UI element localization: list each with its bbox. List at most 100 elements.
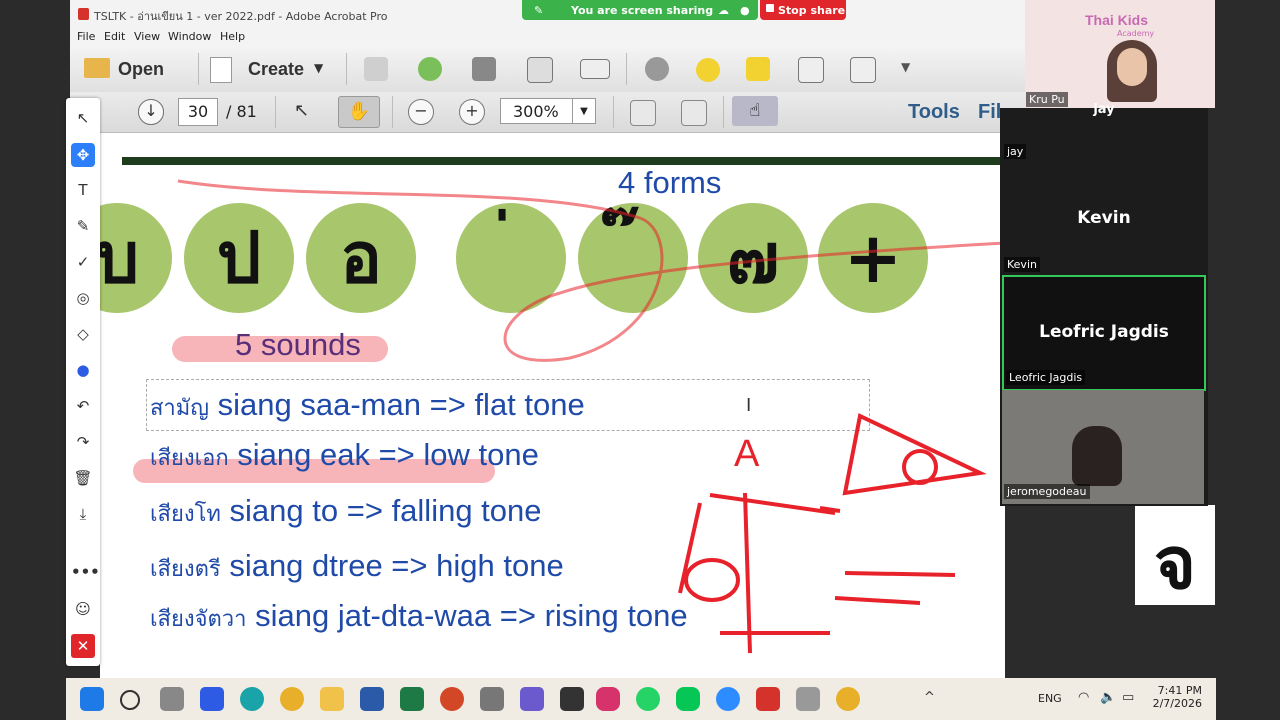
color-picker-icon[interactable]: ●	[71, 358, 95, 382]
chrome-profile-icon[interactable]	[836, 687, 860, 711]
zoom-select[interactable]: 300% ▼	[500, 98, 596, 124]
academy-logo: Thai Kids	[1085, 12, 1149, 28]
zoom-out-icon[interactable]: −	[408, 99, 434, 125]
comment-icon[interactable]	[696, 58, 720, 82]
eraser-icon[interactable]: ◇	[71, 322, 95, 346]
screen-share-banner: ✎ You are screen sharing ☁ ●	[522, 0, 758, 20]
spotlight-icon[interactable]: ◎	[71, 286, 95, 310]
move-icon[interactable]: ✥	[71, 143, 95, 167]
file-explorer-icon[interactable]	[320, 687, 344, 711]
task-view-icon[interactable]	[160, 687, 184, 711]
edit-document-icon[interactable]	[527, 57, 553, 83]
handwritten-letter: A	[734, 433, 760, 475]
app-icon[interactable]	[200, 687, 224, 711]
acrobat-icon[interactable]	[756, 687, 780, 711]
menu-window[interactable]: Window	[168, 30, 211, 43]
more-icon[interactable]: •••	[71, 560, 100, 584]
academy-logo-sub: Academy	[1117, 29, 1155, 38]
hand-tool-icon[interactable]: ✋	[338, 96, 380, 128]
divider	[626, 53, 627, 85]
participant-name: Leofric Jagdis	[1039, 322, 1169, 342]
start-menu-icon[interactable]	[80, 687, 104, 711]
search-icon[interactable]	[120, 690, 140, 710]
instagram-icon[interactable]	[596, 687, 620, 711]
gear-icon[interactable]	[645, 57, 669, 81]
page-number-input[interactable]: 30	[178, 98, 218, 126]
calculator-icon[interactable]	[480, 687, 504, 711]
highlight-text-icon[interactable]	[746, 57, 770, 81]
check-icon[interactable]: ✓	[71, 250, 95, 274]
tools-pane-button[interactable]: Tools	[908, 101, 960, 124]
remove-pdf-icon[interactable]	[798, 57, 824, 83]
text-cursor-icon: I	[746, 395, 752, 416]
pen-icon[interactable]: ✎	[71, 214, 95, 238]
participant-panel: jay jay Kevin Kevin Leofric Jagdis Leofr…	[1000, 102, 1208, 506]
participant-label: jay	[1004, 144, 1027, 159]
create-pdf-icon	[210, 57, 232, 83]
touch-mode-icon[interactable]: ☝	[732, 96, 778, 126]
language-indicator[interactable]: ENG	[1038, 692, 1062, 705]
menu-edit[interactable]: Edit	[104, 30, 125, 43]
excel-icon[interactable]	[400, 687, 424, 711]
whatsapp-icon[interactable]	[636, 687, 660, 711]
open-label: Open	[118, 59, 165, 79]
cloud-icon: ☁	[718, 4, 729, 17]
volume-icon[interactable]: 🔈	[1100, 690, 1116, 705]
participant-label: jeromegodeau	[1004, 484, 1090, 499]
system-clock[interactable]: 7:41 PM 2/7/2026	[1153, 684, 1202, 710]
save-icon[interactable]	[364, 57, 388, 81]
close-annotation-icon[interactable]: ✕	[71, 634, 95, 658]
cloud-upload-icon[interactable]	[418, 57, 442, 81]
folder-icon	[84, 58, 110, 78]
select-cursor-icon[interactable]: ↖	[294, 100, 309, 121]
word-icon[interactable]	[360, 687, 384, 711]
text-tool-icon[interactable]: T	[71, 178, 95, 202]
thai-character: จ	[1135, 505, 1215, 605]
powerpoint-icon[interactable]	[440, 687, 464, 711]
share-status: You are screen sharing	[571, 4, 714, 17]
cursor-icon[interactable]: ↖	[71, 106, 95, 130]
host-face	[1117, 48, 1147, 86]
stop-share-button[interactable]: Stop share	[760, 0, 846, 20]
annotation-toolbar: ↖ ✥ T ✎ ✓ ◎ ◇ ● ↶ ↷ 🗑 ⤓ ••• ☺ ✕	[66, 98, 100, 666]
app-icon[interactable]	[560, 687, 584, 711]
clock-date: 2/7/2026	[1152, 697, 1202, 710]
zoom-value: 300%	[513, 102, 559, 121]
zoom-in-icon[interactable]: +	[459, 99, 485, 125]
chrome-icon[interactable]	[280, 687, 304, 711]
pdf-file-icon	[78, 8, 89, 20]
pdf-page: 4 forms บ ป อ ่ ๊ ๗ + 5 sounds สามัญ sia…	[100, 133, 1005, 678]
menu-file[interactable]: File	[77, 30, 95, 43]
notepad-icon[interactable]	[796, 687, 820, 711]
chevron-down-icon: ▼	[314, 61, 324, 75]
chevron-up-icon[interactable]: ^	[924, 690, 935, 705]
windows-taskbar: ^ ENG ◠ 🔈 ▭ 7:41 PM 2/7/2026	[66, 678, 1216, 720]
line-icon[interactable]	[676, 687, 700, 711]
edge-icon[interactable]	[240, 687, 264, 711]
fill-sign-pane-button[interactable]: Fil	[978, 101, 1001, 124]
print-icon[interactable]	[472, 57, 496, 81]
wifi-icon[interactable]: ◠	[1078, 690, 1089, 705]
shield-icon: ●	[740, 4, 750, 17]
more-tools-chevron-icon[interactable]: ▼	[901, 60, 910, 74]
trash-icon[interactable]: 🗑	[71, 466, 95, 490]
undo-icon[interactable]: ↶	[71, 394, 95, 418]
fit-width-icon[interactable]	[681, 100, 707, 126]
pin-icon: ✎	[534, 4, 544, 17]
redo-icon[interactable]: ↷	[71, 430, 95, 454]
divider	[198, 53, 199, 85]
menu-view[interactable]: View	[134, 30, 160, 43]
menu-bar: File Edit View Window Help	[70, 28, 1025, 46]
page-toolbar: ↑	[70, 92, 1025, 133]
fit-page-icon[interactable]	[630, 100, 656, 126]
next-page-button[interactable]: ↓	[138, 99, 164, 125]
battery-icon[interactable]: ▭	[1122, 690, 1134, 705]
participants-icon[interactable]: ☺	[71, 597, 95, 621]
email-icon[interactable]	[580, 59, 610, 79]
search-document-icon[interactable]	[850, 57, 876, 83]
menu-help[interactable]: Help	[220, 30, 245, 43]
save-download-icon[interactable]: ⤓	[71, 502, 95, 526]
snipping-tool-icon[interactable]	[520, 687, 544, 711]
zoom-icon[interactable]	[716, 687, 740, 711]
stop-share-label: Stop share	[778, 4, 846, 17]
